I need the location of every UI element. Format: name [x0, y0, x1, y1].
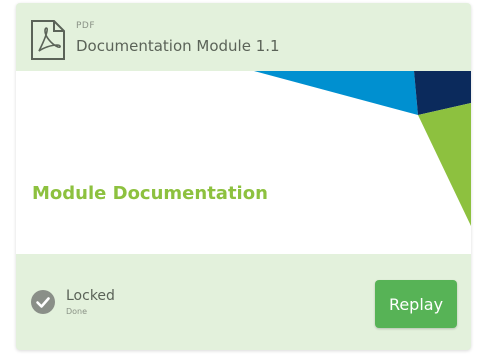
status-label: Locked — [66, 288, 115, 304]
module-title[interactable]: Documentation Module 1.1 — [76, 37, 280, 55]
module-card: PDF Documentation Module 1.1 Module Docu… — [16, 3, 471, 350]
thumb-blue-shape — [254, 71, 418, 115]
card-footer: Locked Done Replay — [16, 254, 471, 350]
status-sublabel: Done — [66, 307, 88, 316]
pdf-file-icon — [30, 19, 66, 61]
file-type-label: PDF — [76, 21, 96, 31]
replay-button[interactable]: Replay — [375, 280, 457, 328]
document-thumbnail[interactable]: Module Documentation — [16, 71, 471, 254]
check-circle-icon — [31, 290, 55, 314]
thumb-green-shape — [418, 103, 471, 226]
thumbnail-title: Module Documentation — [32, 183, 268, 204]
card-header: PDF Documentation Module 1.1 — [16, 3, 471, 71]
